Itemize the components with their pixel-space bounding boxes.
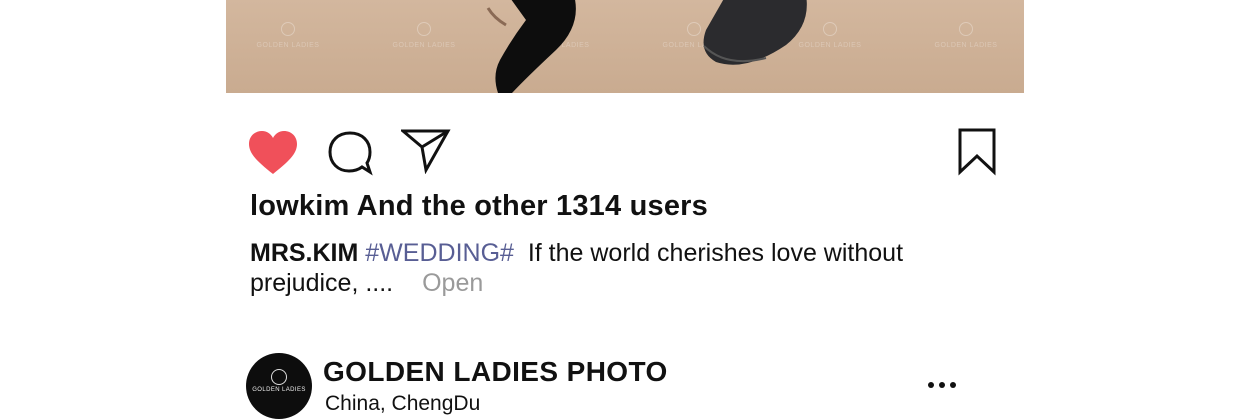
comment-icon[interactable] xyxy=(327,130,373,176)
bookmark-icon[interactable] xyxy=(957,128,997,176)
caption-username[interactable]: MRS.KIM xyxy=(250,239,358,267)
location-text[interactable]: China, ChengDu xyxy=(325,392,480,416)
avatar[interactable]: GOLDEN LADIES xyxy=(246,353,312,419)
likes-text[interactable]: lowkim And the other 1314 users xyxy=(250,190,708,223)
heart-icon[interactable] xyxy=(248,130,298,176)
avatar-brand: GOLDEN LADIES xyxy=(252,387,306,393)
dot xyxy=(950,382,956,388)
more-dots-icon[interactable] xyxy=(926,377,958,391)
caption-open-link[interactable]: Open xyxy=(422,269,483,297)
action-bar xyxy=(0,126,1250,178)
logo-monogram-icon xyxy=(271,369,287,385)
share-icon[interactable] xyxy=(401,128,451,174)
photo-shoes xyxy=(486,0,807,93)
dot xyxy=(939,382,945,388)
caption-hashtag[interactable]: #WEDDING# xyxy=(365,239,514,267)
post-caption: MRS.KIM #WEDDING# If the world cherishes… xyxy=(250,238,940,298)
dot xyxy=(928,382,934,388)
account-name[interactable]: GOLDEN LADIES PHOTO xyxy=(323,356,668,388)
